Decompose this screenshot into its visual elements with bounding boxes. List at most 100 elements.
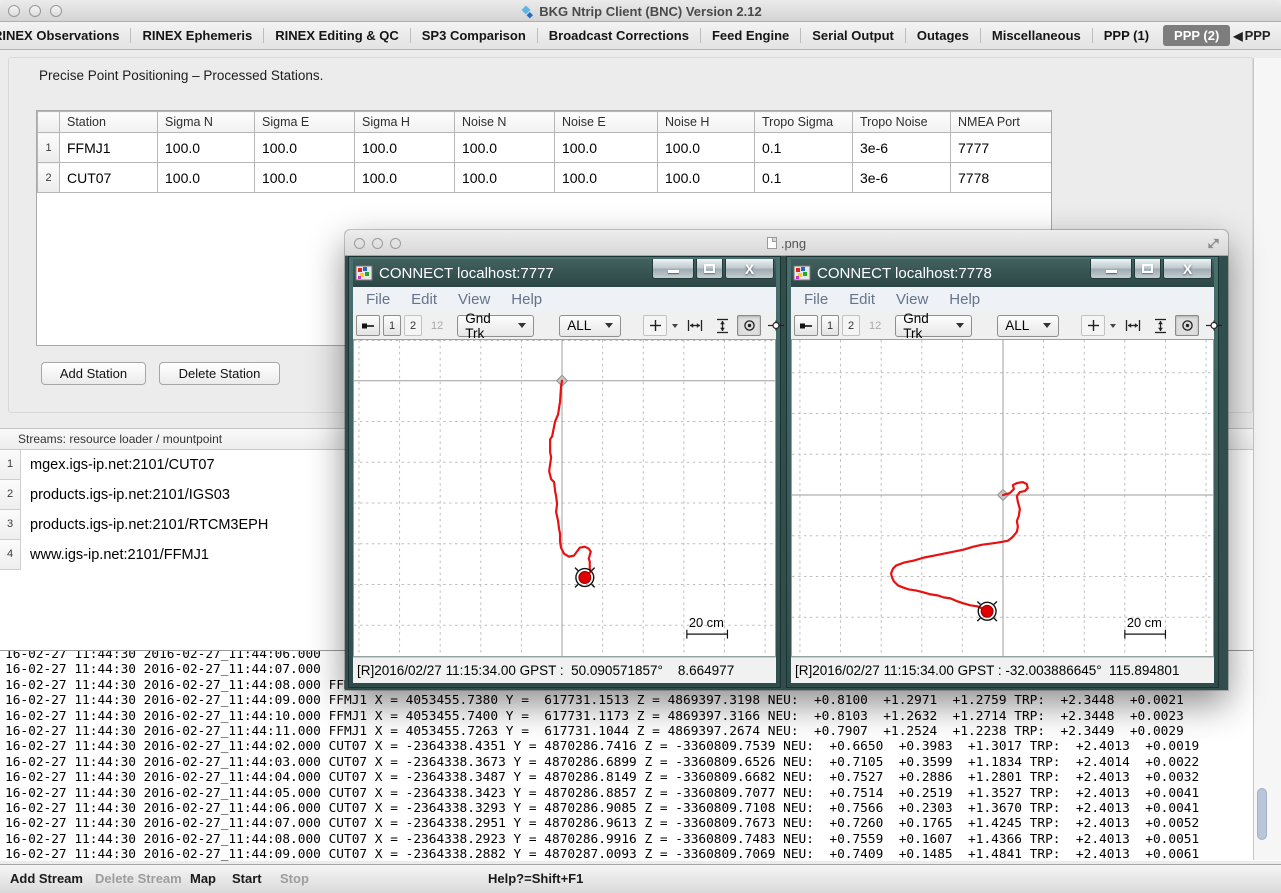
menu-edit[interactable]: Edit [411,291,437,308]
cell-tropo-sigma[interactable]: 0.1 [755,163,853,193]
center-cursor-button[interactable] [643,315,667,336]
cell-noise-e[interactable]: 100.0 [555,133,658,163]
col-noise-h[interactable]: Noise H [658,112,755,133]
fit-vertical-button[interactable] [1148,315,1172,336]
cell-nmea-port[interactable]: 7778 [951,163,1053,193]
delete-stream-button[interactable]: Delete Stream [95,865,182,893]
delete-station-button[interactable]: Delete Station [159,362,280,385]
cell-tropo-noise[interactable]: 3e-6 [853,163,951,193]
col-tropo-noise[interactable]: Tropo Noise [853,112,951,133]
menu-help[interactable]: Help [511,291,542,308]
col-station[interactable]: Station [60,112,158,133]
close-button[interactable]: X [1163,259,1212,279]
ground-track-plot-7778[interactable]: 20 cm [791,339,1214,657]
menu-view[interactable]: View [896,291,928,308]
cell-noise-h[interactable]: 100.0 [658,133,755,163]
maximize-button[interactable] [1134,259,1161,279]
cell-noise-h[interactable]: 100.0 [658,163,755,193]
stream-mountpoint[interactable]: products.igs-ip.net:2101/RTCM3EPH [21,510,268,540]
menu-edit[interactable]: Edit [849,291,875,308]
col-sigma-e[interactable]: Sigma E [255,112,355,133]
col-noise-n[interactable]: Noise N [455,112,555,133]
menu-file[interactable]: File [804,291,828,308]
tab-scroll-control: ◀ PPP [1233,28,1270,43]
main-titlebar[interactable]: BKG Ntrip Client (BNC) Version 2.12 [0,0,1281,22]
map-button[interactable]: Map [190,865,216,893]
center-origin-button[interactable] [1175,315,1199,336]
cell-tropo-sigma[interactable]: 0.1 [755,133,853,163]
cell-noise-n[interactable]: 100.0 [455,163,555,193]
tab-ppp-2-active[interactable]: PPP (2) [1163,25,1230,46]
tab-rinex-editing-qc[interactable]: RINEX Editing & QC [264,22,410,49]
cell-station[interactable]: FFMJ1 [60,133,158,163]
fit-horizontal-button[interactable] [1121,315,1145,336]
col-sigma-n[interactable]: Sigma N [158,112,255,133]
vertical-scrollbar-thumb[interactable] [1257,788,1267,840]
cell-noise-e[interactable]: 100.0 [555,163,658,193]
preview-titlebar[interactable]: .png [345,230,1228,256]
tab-outages[interactable]: Outages [906,22,980,49]
add-stream-button[interactable]: Add Stream [10,865,83,893]
plot-type-dropdown[interactable]: Gnd Trk [895,315,972,337]
cell-sigma-h[interactable]: 100.0 [355,163,455,193]
connect-titlebar[interactable]: CONNECT localhost:7777 X [353,259,776,287]
stop-button[interactable]: Stop [280,865,309,893]
stream-mountpoint[interactable]: www.igs-ip.net:2101/FFMJ1 [21,540,209,570]
maximize-button[interactable] [696,259,723,279]
cell-sigma-n[interactable]: 100.0 [158,163,255,193]
cell-noise-n[interactable]: 100.0 [455,133,555,163]
cell-tropo-noise[interactable]: 3e-6 [853,133,951,163]
vertical-scrollbar-track[interactable] [1253,58,1281,860]
col-nmea-port[interactable]: NMEA Port [951,112,1053,133]
cell-station[interactable]: CUT07 [60,163,158,193]
fit-vertical-button[interactable] [710,315,734,336]
tab-broadcast-corrections[interactable]: Broadcast Corrections [538,22,700,49]
tab-miscellaneous[interactable]: Miscellaneous [981,22,1092,49]
menu-view[interactable]: View [458,291,490,308]
satellite-filter-dropdown[interactable]: ALL [559,315,621,337]
menu-help[interactable]: Help [949,291,980,308]
center-cursor-button[interactable] [1081,315,1105,336]
solution-1-button[interactable]: 1 [821,315,839,336]
tab-rinex-ephemeris[interactable]: RINEX Ephemeris [131,22,263,49]
solution-2-button[interactable]: 2 [842,315,860,336]
tab-ppp-1[interactable]: PPP (1) [1093,22,1160,49]
tab-feed-engine[interactable]: Feed Engine [701,22,800,49]
tab-scroll-left-icon[interactable]: ◀ [1233,29,1242,43]
tab-sp3-comparison[interactable]: SP3 Comparison [411,22,537,49]
resize-icon[interactable] [1207,237,1220,255]
cell-nmea-port[interactable]: 7777 [951,133,1053,163]
chevron-down-icon[interactable] [1110,324,1116,328]
satellite-filter-dropdown[interactable]: ALL [997,315,1059,337]
stream-mountpoint[interactable]: products.igs-ip.net:2101/IGS03 [21,480,230,510]
tab-rinex-observations[interactable]: RINEX Observations [0,22,130,49]
tab-serial-output[interactable]: Serial Output [801,22,905,49]
tab-overflow-partial[interactable]: PPP [1243,28,1271,43]
start-button[interactable]: Start [232,865,262,893]
track-cursor-button[interactable] [764,315,788,336]
ground-track-plot-7777[interactable]: 20 cm [353,339,776,657]
plot-type-dropdown[interactable]: Gnd Trk [457,315,534,337]
connect-stream-button[interactable] [794,315,818,336]
add-station-button[interactable]: Add Station [41,362,146,385]
cell-sigma-e[interactable]: 100.0 [255,163,355,193]
connect-titlebar[interactable]: CONNECT localhost:7778 X [791,259,1214,287]
cell-sigma-e[interactable]: 100.0 [255,133,355,163]
connect-stream-button[interactable] [356,315,380,336]
solution-1-button[interactable]: 1 [383,315,401,336]
cell-sigma-n[interactable]: 100.0 [158,133,255,163]
col-tropo-sigma[interactable]: Tropo Sigma [755,112,853,133]
fit-horizontal-button[interactable] [683,315,707,336]
col-noise-e[interactable]: Noise E [555,112,658,133]
center-origin-button[interactable] [737,315,761,336]
minimize-button[interactable] [652,259,694,279]
close-button[interactable]: X [725,259,774,279]
stream-mountpoint[interactable]: mgex.igs-ip.net:2101/CUT07 [21,450,215,480]
track-cursor-button[interactable] [1202,315,1226,336]
menu-file[interactable]: File [366,291,390,308]
cell-sigma-h[interactable]: 100.0 [355,133,455,163]
col-sigma-h[interactable]: Sigma H [355,112,455,133]
solution-2-button[interactable]: 2 [404,315,422,336]
chevron-down-icon[interactable] [672,324,678,328]
minimize-button[interactable] [1090,259,1132,279]
